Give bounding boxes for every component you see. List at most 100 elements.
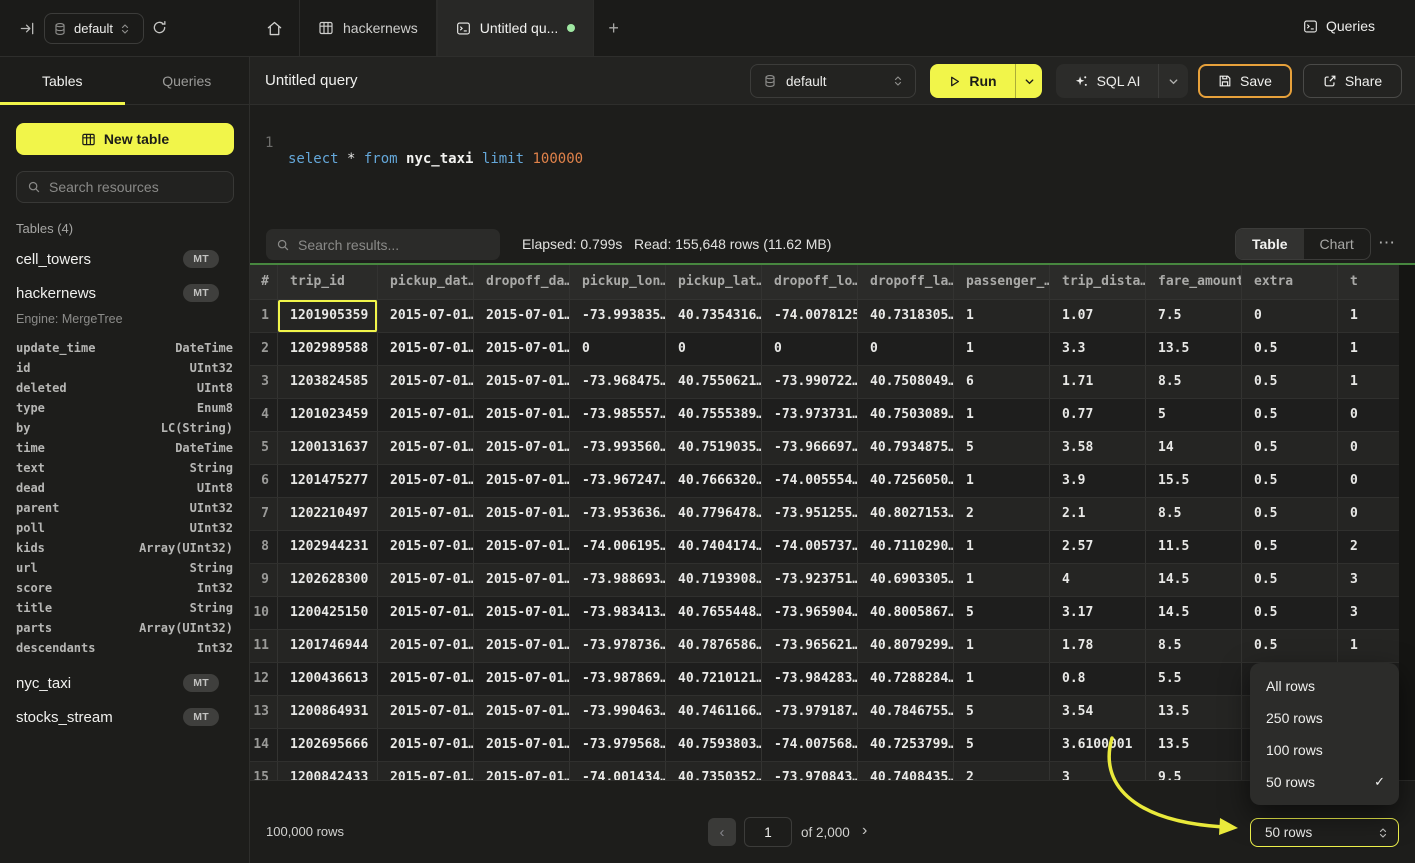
table-cell[interactable]: -73.923751… [762, 564, 858, 596]
view-tab-table[interactable]: Table [1236, 229, 1304, 259]
table-cell[interactable]: 40.7934875… [858, 432, 954, 464]
table-cell[interactable]: 2 [954, 498, 1050, 530]
table-cell[interactable]: 2015-07-01… [378, 498, 474, 530]
table-cell[interactable]: 2015-07-01… [378, 762, 474, 780]
table-cell[interactable]: 40.7550621… [666, 366, 762, 398]
table-cell[interactable]: 7.5 [1146, 300, 1242, 332]
table-cell[interactable]: -73.966697… [762, 432, 858, 464]
table-cell[interactable]: 1.71 [1050, 366, 1146, 398]
table-cell[interactable]: 40.7666320… [666, 465, 762, 497]
table-cell[interactable]: -73.984283… [762, 663, 858, 695]
table-cell[interactable]: -73.978736… [570, 630, 666, 662]
sidebar-item-stocks-stream[interactable]: stocks_stream MT [0, 700, 249, 734]
table-cell[interactable]: 1 [954, 465, 1050, 497]
table-cell[interactable]: 40.7253799… [858, 729, 954, 761]
table-cell[interactable]: 1201746944 [278, 630, 378, 662]
table-cell[interactable]: 2015-07-01… [474, 663, 570, 695]
table-cell[interactable]: 0.5 [1242, 630, 1338, 662]
table-cell[interactable]: 3.6100001 [1050, 729, 1146, 761]
table-cell[interactable]: 1 [954, 399, 1050, 431]
sql-ai-button[interactable]: SQL AI [1056, 73, 1158, 89]
table-cell[interactable]: 40.7846755… [858, 696, 954, 728]
table-cell[interactable]: 1202989588 [278, 333, 378, 365]
table-cell[interactable]: 14.5 [1146, 564, 1242, 596]
menu-item-all-rows[interactable]: All rows [1250, 670, 1399, 702]
new-tab-button[interactable]: + [594, 0, 633, 56]
table-cell[interactable]: 1201475277 [278, 465, 378, 497]
table-cell[interactable]: 2015-07-01… [378, 696, 474, 728]
table-cell[interactable]: 2015-07-01… [378, 564, 474, 596]
table-cell[interactable]: 2.57 [1050, 531, 1146, 563]
table-cell[interactable]: -74.006195… [570, 531, 666, 563]
table-cell[interactable]: 2015-07-01… [474, 630, 570, 662]
table-cell[interactable]: 8.5 [1146, 498, 1242, 530]
results-search[interactable] [266, 229, 500, 260]
table-cell[interactable]: 2015-07-01… [474, 696, 570, 728]
table-cell[interactable]: 2015-07-01… [474, 333, 570, 365]
table-cell[interactable]: 8.5 [1146, 366, 1242, 398]
table-cell[interactable]: 1202695666 [278, 729, 378, 761]
sql-ai-options-button[interactable] [1158, 64, 1188, 98]
table-cell[interactable]: -73.990722… [762, 366, 858, 398]
column-header[interactable]: dropoff_da… [474, 265, 570, 299]
table-cell[interactable]: -73.993560… [570, 432, 666, 464]
table-cell[interactable]: 40.7876586… [666, 630, 762, 662]
table-cell[interactable]: -73.983413… [570, 597, 666, 629]
table-cell[interactable]: 1200436613 [278, 663, 378, 695]
table-cell[interactable]: 4 [1050, 564, 1146, 596]
table-cell[interactable]: -73.993835… [570, 300, 666, 332]
menu-item-100-rows[interactable]: 100 rows [1250, 734, 1399, 766]
menu-item-250-rows[interactable]: 250 rows [1250, 702, 1399, 734]
table-cell[interactable]: 1200842433 [278, 762, 378, 780]
table-cell[interactable]: 40.7796478… [666, 498, 762, 530]
table-cell[interactable]: 1 [954, 630, 1050, 662]
table-cell[interactable]: 1201905359 [278, 300, 378, 332]
table-cell[interactable]: 1200131637 [278, 432, 378, 464]
table-cell[interactable]: 0.5 [1242, 465, 1338, 497]
column-header[interactable]: fare_amount [1146, 265, 1242, 299]
table-cell[interactable]: 40.7288284… [858, 663, 954, 695]
table-cell[interactable]: -73.979187… [762, 696, 858, 728]
table-cell[interactable]: -74.007568… [762, 729, 858, 761]
table-cell[interactable]: -73.990463… [570, 696, 666, 728]
table-cell[interactable]: 3.58 [1050, 432, 1146, 464]
table-cell[interactable]: 0 [858, 333, 954, 365]
table-cell[interactable]: 1202628300 [278, 564, 378, 596]
table-cell[interactable]: 1202210497 [278, 498, 378, 530]
tab-home[interactable] [250, 0, 300, 56]
table-cell[interactable]: -74.005737… [762, 531, 858, 563]
table-cell[interactable]: 3.54 [1050, 696, 1146, 728]
resource-search-input[interactable] [49, 179, 230, 195]
table-cell[interactable]: 2.1 [1050, 498, 1146, 530]
table-cell[interactable]: 1202944231 [278, 531, 378, 563]
table-cell[interactable]: 2015-07-01… [474, 432, 570, 464]
prev-page-button[interactable]: ‹ [708, 818, 736, 846]
table-cell[interactable]: 5 [954, 432, 1050, 464]
table-cell[interactable]: 6 [954, 366, 1050, 398]
next-page-button[interactable]: › [862, 822, 867, 840]
table-cell[interactable]: 3.17 [1050, 597, 1146, 629]
table-cell[interactable]: 1203824585 [278, 366, 378, 398]
table-cell[interactable]: 2015-07-01… [378, 432, 474, 464]
table-cell[interactable]: 0.5 [1242, 597, 1338, 629]
table-cell[interactable]: 1 [954, 333, 1050, 365]
table-cell[interactable]: 2015-07-01… [474, 597, 570, 629]
scroll-gutter[interactable] [1399, 265, 1415, 780]
table-cell[interactable]: 2015-07-01… [378, 366, 474, 398]
table-cell[interactable]: 0 [570, 333, 666, 365]
table-cell[interactable]: 8.5 [1146, 630, 1242, 662]
table-cell[interactable]: 2015-07-01… [378, 597, 474, 629]
table-cell[interactable]: -73.953636… [570, 498, 666, 530]
table-cell[interactable]: 1.78 [1050, 630, 1146, 662]
table-cell[interactable]: -74.005554… [762, 465, 858, 497]
table-cell[interactable]: 0 [666, 333, 762, 365]
table-cell[interactable]: 40.8027153… [858, 498, 954, 530]
sidebar-item-cell-towers[interactable]: cell_towers MT [0, 242, 249, 276]
run-button[interactable]: Run [930, 73, 1015, 89]
table-cell[interactable]: 1 [954, 300, 1050, 332]
table-cell[interactable]: -73.988693… [570, 564, 666, 596]
table-cell[interactable]: 0.5 [1242, 399, 1338, 431]
query-database-selector[interactable]: default [750, 64, 916, 98]
table-cell[interactable]: 40.7593803… [666, 729, 762, 761]
table-cell[interactable]: 40.6903305… [858, 564, 954, 596]
